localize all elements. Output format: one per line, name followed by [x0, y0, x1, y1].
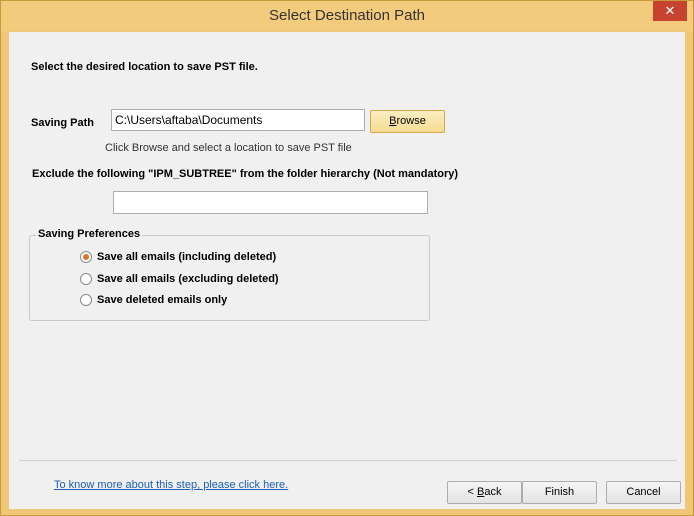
radio-option-excluding-deleted[interactable]: Save all emails (excluding deleted): [80, 271, 279, 287]
radio-label: Save deleted emails only: [97, 294, 228, 306]
radio-label: Save all emails (excluding deleted): [97, 273, 279, 285]
radio-button[interactable]: [80, 273, 92, 285]
footer-divider: [19, 460, 677, 461]
radio-button-checked[interactable]: [80, 251, 92, 263]
cancel-button[interactable]: Cancel: [606, 481, 681, 504]
radio-option-including-deleted[interactable]: Save all emails (including deleted): [80, 249, 276, 265]
browse-button[interactable]: Browse: [370, 110, 445, 133]
saving-path-label: Saving Path: [31, 117, 94, 129]
radio-option-deleted-only[interactable]: Save deleted emails only: [80, 292, 227, 308]
exclude-label: Exclude the following "IPM_SUBTREE" from…: [32, 168, 459, 180]
radio-label: Save all emails (including deleted): [97, 251, 277, 263]
back-label: ack: [484, 486, 502, 498]
page-heading: Select the desired location to save PST …: [31, 61, 258, 73]
back-prefix: <: [467, 486, 477, 498]
close-icon: ✕: [664, 3, 676, 18]
saving-preferences-group: Saving Preferences Save all emails (incl…: [29, 228, 430, 321]
browse-mnemonic: B: [389, 115, 397, 127]
finish-button[interactable]: Finish: [522, 481, 597, 504]
saving-path-hint: Click Browse and select a location to sa…: [105, 142, 352, 154]
saving-path-input[interactable]: C:\Users\aftaba\Documents: [111, 109, 365, 131]
saving-preferences-title: Saving Preferences: [36, 228, 143, 240]
dialog-window: Select Destination Path ✕ Select the des…: [0, 0, 694, 516]
title-bar[interactable]: Select Destination Path ✕: [1, 1, 693, 31]
help-link[interactable]: To know more about this step, please cli…: [54, 479, 288, 491]
close-button[interactable]: ✕: [653, 1, 687, 21]
radio-button[interactable]: [80, 294, 92, 306]
back-button[interactable]: < Back: [447, 481, 522, 504]
window-title: Select Destination Path: [269, 7, 425, 24]
exclude-input[interactable]: [113, 191, 428, 214]
browse-label: rowse: [396, 115, 426, 127]
dialog-content: Select the desired location to save PST …: [9, 32, 685, 509]
